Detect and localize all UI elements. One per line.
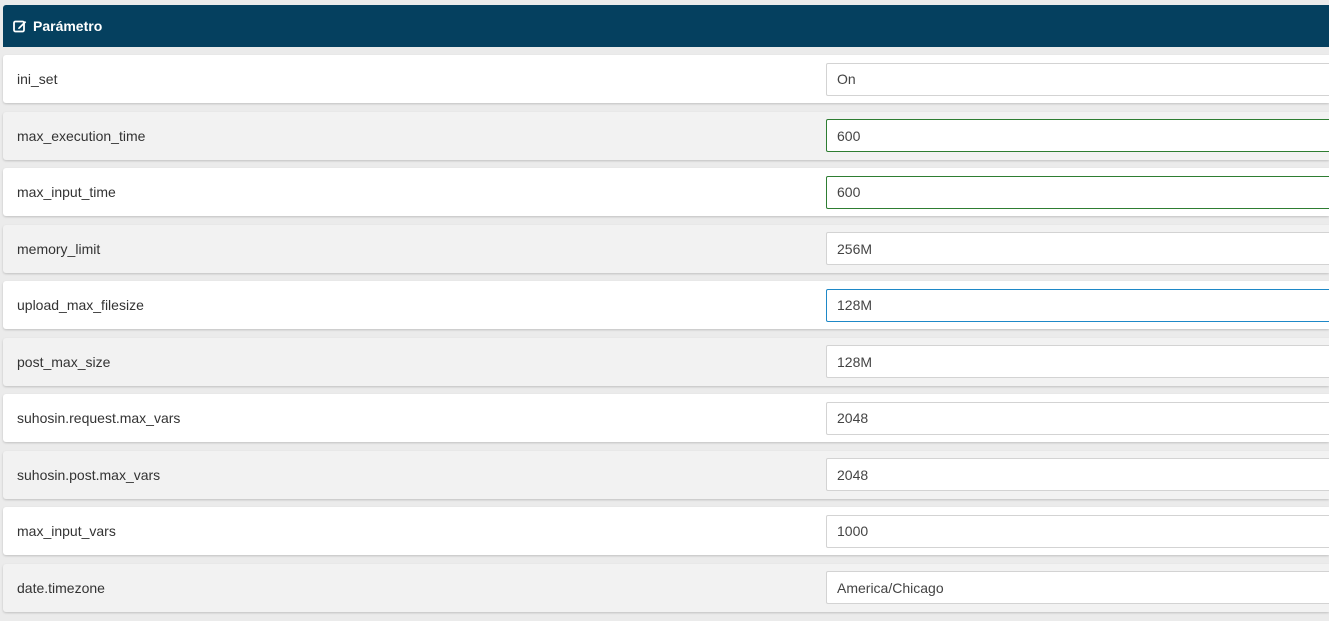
param-label: ini_set (17, 71, 58, 87)
param-label: upload_max_filesize (17, 297, 144, 313)
param-label: max_execution_time (17, 127, 146, 144)
param-row-suhosin-request-max-vars: suhosin.request.max_vars (3, 394, 1329, 442)
param-input-memory-limit[interactable] (826, 232, 1329, 265)
param-label: memory_limit (17, 240, 101, 257)
param-label: post_max_size (17, 353, 111, 370)
param-label: suhosin.request.max_vars (17, 410, 181, 426)
param-row-max-input-vars: max_input_vars (3, 507, 1329, 555)
param-row-upload-max-filesize: upload_max_filesize (3, 281, 1329, 329)
param-input-max-input-time[interactable] (826, 175, 1329, 209)
param-row-date-timezone: date.timezone (3, 563, 1329, 612)
parameters-panel: Parámetro ini_set max_execution_time max… (3, 5, 1329, 620)
param-input-upload-max-filesize[interactable] (826, 288, 1329, 322)
param-input-max-input-vars[interactable] (826, 514, 1329, 548)
param-input-max-execution-time[interactable] (826, 119, 1329, 152)
param-input-suhosin-request-max-vars[interactable] (826, 401, 1329, 435)
param-input-ini-set[interactable] (826, 62, 1329, 96)
edit-icon (13, 19, 27, 33)
param-row-post-max-size: post_max_size (3, 337, 1329, 386)
param-row-memory-limit: memory_limit (3, 224, 1329, 273)
param-label: max_input_vars (17, 523, 116, 539)
param-row-suhosin-post-max-vars: suhosin.post.max_vars (3, 450, 1329, 499)
param-row-max-execution-time: max_execution_time (3, 111, 1329, 160)
param-row-ini-set: ini_set (3, 55, 1329, 103)
param-input-date-timezone[interactable] (826, 571, 1329, 604)
param-label: suhosin.post.max_vars (17, 466, 161, 483)
panel-title: Parámetro (33, 18, 103, 34)
param-input-suhosin-post-max-vars[interactable] (826, 458, 1329, 491)
param-label: max_input_time (17, 184, 116, 200)
param-label: date.timezone (17, 579, 105, 596)
param-input-post-max-size[interactable] (826, 345, 1329, 378)
panel-header: Parámetro (3, 5, 1329, 47)
param-row-max-input-time: max_input_time (3, 168, 1329, 216)
